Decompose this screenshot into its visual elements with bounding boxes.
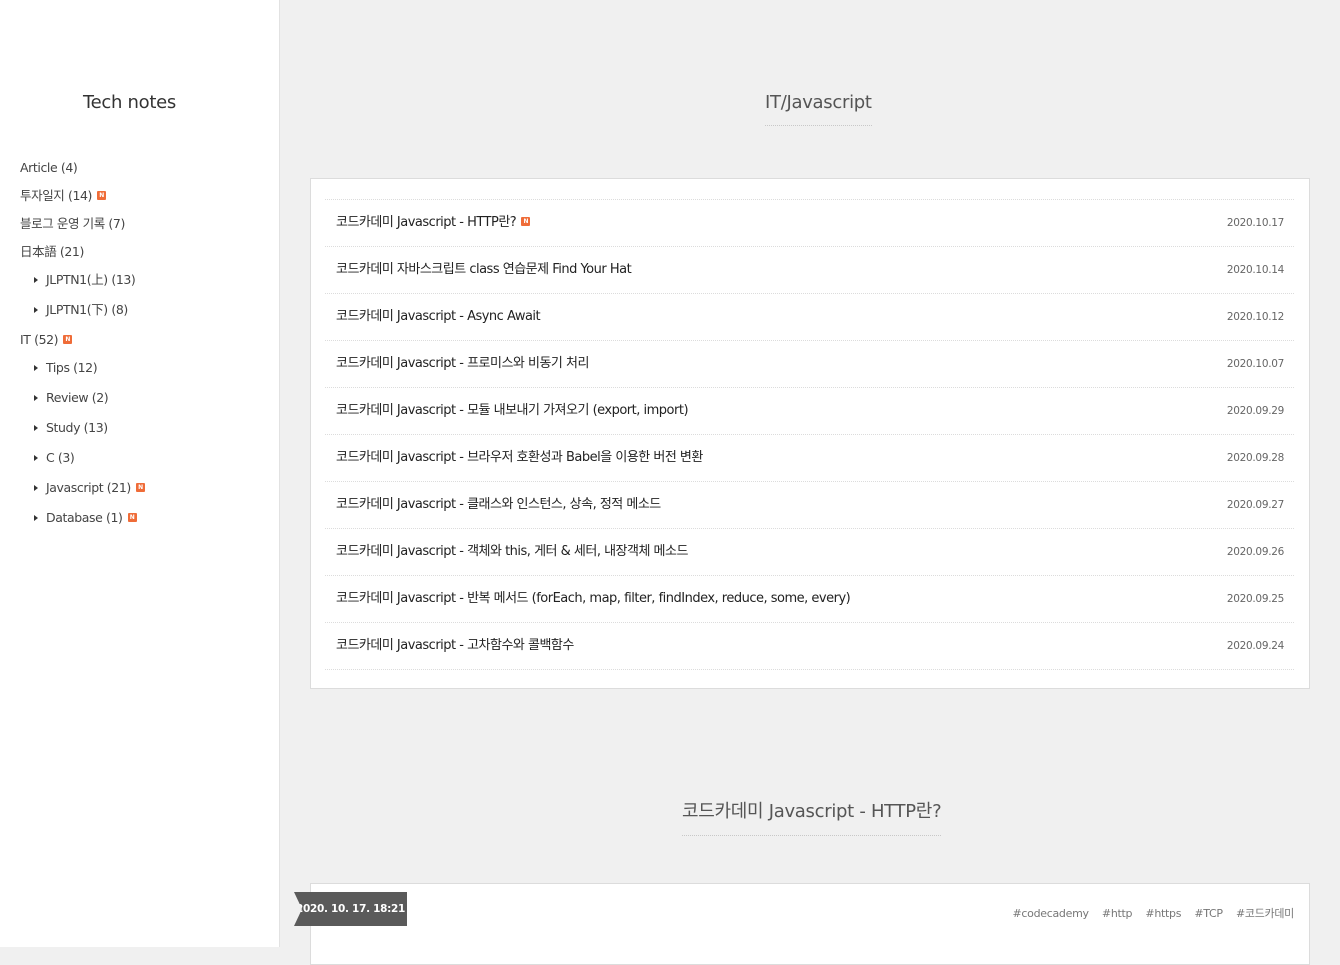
subcategory-item-jlptn1-lower[interactable]: JLPTN1(下) (8) [20, 299, 270, 329]
tag-link[interactable]: #codecademy [1012, 907, 1089, 920]
post-date: 2020.09.28 [1226, 452, 1284, 464]
new-badge-icon: N [135, 483, 145, 492]
triangle-right-icon [34, 394, 38, 401]
category-label: Article (4) [20, 160, 78, 175]
post-date: 2020.09.24 [1226, 640, 1284, 652]
category-label: 日本語 (21) [20, 244, 84, 259]
triangle-right-icon [34, 364, 38, 371]
triangle-right-icon [34, 454, 38, 461]
post-date: 2020.09.25 [1226, 593, 1284, 605]
category-item-it[interactable]: IT (52) N [20, 329, 270, 357]
category-label: 블로그 운영 기록 (7) [20, 216, 125, 231]
category-label: JLPTN1(下) (8) [46, 302, 128, 317]
new-badge-icon: N [97, 191, 107, 200]
post-list-inner: 코드카데미 Javascript - HTTP란? N 2020.10.17 코드… [325, 199, 1294, 670]
category-item-blog-log[interactable]: 블로그 운영 기록 (7) [20, 213, 270, 241]
post-date: 2020.10.12 [1226, 311, 1284, 323]
category-label: JLPTN1(上) (13) [46, 272, 136, 287]
post-list: 코드카데미 Javascript - HTTP란? N 2020.10.17 코드… [310, 178, 1310, 689]
category-label: Database (1) [46, 510, 123, 525]
post-title-link[interactable]: 코드카데미 Javascript - Async Await [336, 294, 541, 340]
post-title-link[interactable]: 코드카데미 Javascript - HTTP란? N [336, 200, 531, 246]
post-row[interactable]: 코드카데미 Javascript - 객체와 this, 게터 & 세터, 내장… [325, 529, 1294, 576]
post-row[interactable]: 코드카데미 Javascript - 브라우저 호환성과 Babel을 이용한 … [325, 435, 1294, 482]
post-date: 2020.10.07 [1226, 358, 1284, 370]
post-title-link[interactable]: 코드카데미 Javascript - 모듈 내보내기 가져오기 (export,… [336, 388, 689, 434]
tag-link[interactable]: #코드카데미 [1236, 907, 1294, 920]
category-label: Javascript (21) [46, 480, 131, 495]
subcategory-item-study[interactable]: Study (13) [20, 417, 270, 447]
post-date: 2020.09.26 [1226, 546, 1284, 558]
category-item-article[interactable]: Article (4) [20, 157, 270, 185]
tag-link[interactable]: #http [1102, 907, 1133, 920]
post-row[interactable]: 코드카데미 Javascript - 고차함수와 콜백함수 2020.09.24 [325, 623, 1294, 670]
subcategory-item-review[interactable]: Review (2) [20, 387, 270, 417]
post-title: 코드카데미 Javascript - HTTP란? [336, 215, 517, 230]
post-row[interactable]: 코드카데미 Javascript - HTTP란? N 2020.10.17 [325, 200, 1294, 247]
post-row[interactable]: 코드카데미 자바스크립트 class 연습문제 Find Your Hat 20… [325, 247, 1294, 294]
category-label: C (3) [46, 450, 75, 465]
new-badge-icon: N [63, 335, 73, 344]
category-label: Tips (12) [46, 360, 98, 375]
post-row[interactable]: 코드카데미 Javascript - 클래스와 인스턴스, 상속, 정적 메소드… [325, 482, 1294, 529]
post-row[interactable]: 코드카데미 Javascript - 모듈 내보내기 가져오기 (export,… [325, 388, 1294, 435]
subcategory-item-tips[interactable]: Tips (12) [20, 357, 270, 387]
triangle-right-icon [34, 484, 38, 491]
post-date: 2020.10.14 [1226, 264, 1284, 276]
triangle-right-icon [34, 514, 38, 521]
subcategory-item-c[interactable]: C (3) [20, 447, 270, 477]
article-container [310, 883, 1310, 965]
new-badge-icon: N [521, 217, 531, 226]
category-item-japanese[interactable]: 日本語 (21) [20, 241, 270, 269]
post-date: 2020.09.27 [1226, 499, 1284, 511]
sidebar: Tech notes Article (4) 투자일지 (14) N 블로그 운영… [0, 0, 280, 947]
post-title-link[interactable]: 코드카데미 Javascript - 프로미스와 비동기 처리 [336, 341, 589, 387]
tag-link[interactable]: #TCP [1194, 907, 1223, 920]
post-row[interactable]: 코드카데미 Javascript - Async Await 2020.10.1… [325, 294, 1294, 341]
post-title-link[interactable]: 코드카데미 Javascript - 브라우저 호환성과 Babel을 이용한 … [336, 435, 703, 481]
post-title-link[interactable]: 코드카데미 Javascript - 반복 메서드 (forEach, map,… [336, 576, 851, 622]
post-title-link[interactable]: 코드카데미 Javascript - 객체와 this, 게터 & 세터, 내장… [336, 529, 688, 575]
category-label: Study (13) [46, 420, 108, 435]
post-date: 2020.09.29 [1226, 405, 1284, 417]
category-label: 투자일지 (14) [20, 188, 93, 203]
article-datetime: 2020. 10. 17. 18:21 [294, 892, 407, 926]
post-title-link[interactable]: 코드카데미 Javascript - 고차함수와 콜백함수 [336, 623, 574, 669]
subcategory-item-jlptn1-upper[interactable]: JLPTN1(上) (13) [20, 269, 270, 299]
triangle-right-icon [34, 306, 38, 313]
post-title-link[interactable]: 코드카데미 Javascript - 클래스와 인스턴스, 상속, 정적 메소드 [336, 482, 661, 528]
post-title-link[interactable]: 코드카데미 자바스크립트 class 연습문제 Find Your Hat [336, 247, 632, 293]
subcategory-item-database[interactable]: Database (1) N [20, 507, 270, 537]
category-item-investment-journal[interactable]: 투자일지 (14) N [20, 185, 270, 213]
article-title: 코드카데미 Javascript - HTTP란? [682, 797, 942, 836]
category-label: Review (2) [46, 390, 109, 405]
new-badge-icon: N [127, 513, 137, 522]
triangle-right-icon [34, 424, 38, 431]
tag-list: #codecademy #http #https #TCP #코드카데미 [1002, 905, 1294, 921]
category-list: Article (4) 투자일지 (14) N 블로그 운영 기록 (7) 日本語… [20, 157, 270, 537]
post-row[interactable]: 코드카데미 Javascript - 프로미스와 비동기 처리 2020.10.… [325, 341, 1294, 388]
category-label: IT (52) [20, 332, 59, 347]
post-date: 2020.10.17 [1226, 217, 1284, 229]
category-title: IT/Javascript [765, 92, 872, 126]
blog-title[interactable]: Tech notes [0, 92, 259, 113]
triangle-right-icon [34, 276, 38, 283]
subcategory-item-javascript[interactable]: Javascript (21) N [20, 477, 270, 507]
post-row[interactable]: 코드카데미 Javascript - 반복 메서드 (forEach, map,… [325, 576, 1294, 623]
tag-link[interactable]: #https [1145, 907, 1181, 920]
